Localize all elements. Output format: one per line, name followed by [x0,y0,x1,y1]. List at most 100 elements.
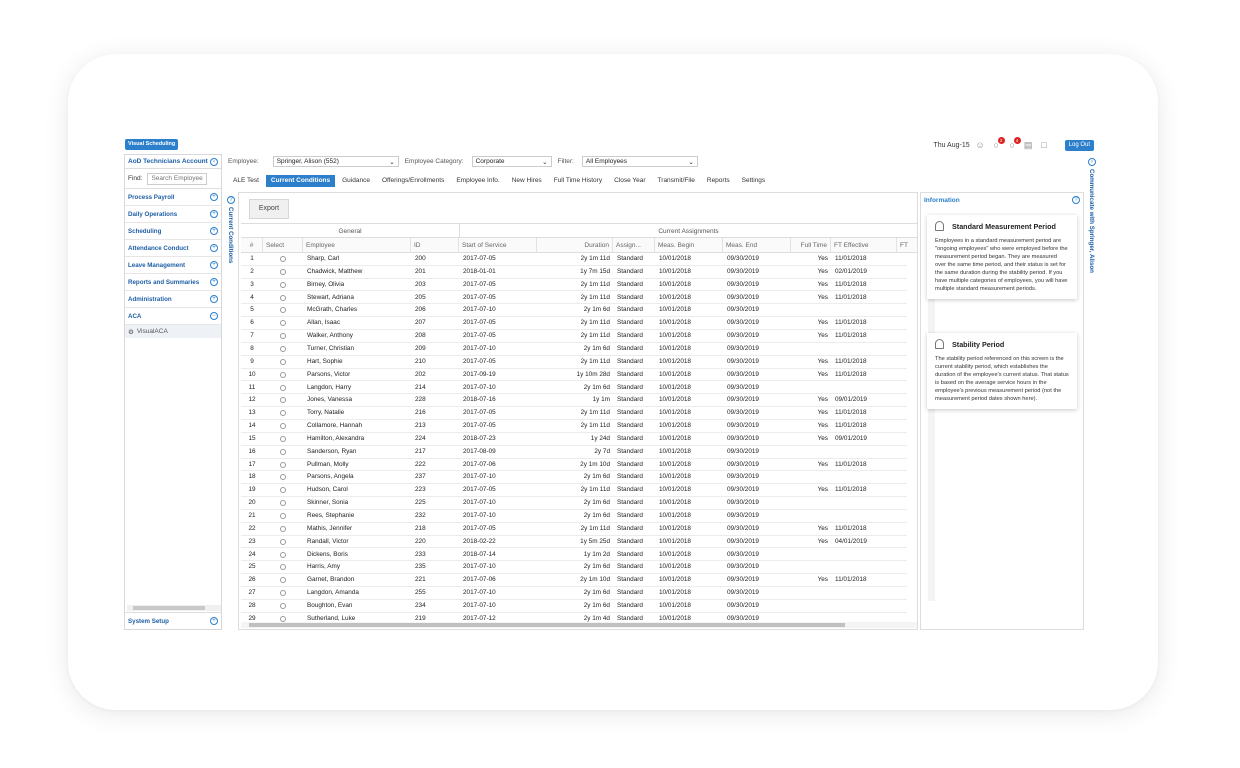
select-radio[interactable] [280,448,286,455]
column-header-number[interactable]: # [241,238,263,253]
cell-select[interactable] [263,497,303,510]
info-icon[interactable]: ? [227,196,235,204]
table-row[interactable]: 6 Allan, Isaac 207 2017-07-05 2y 1m 11d Stand… [241,317,907,331]
sidebar-item-attendance-conduct[interactable]: Attendance Conduct + [125,240,221,257]
select-radio[interactable] [280,615,286,622]
column-header-start-of-service[interactable]: Start of Service [459,238,537,253]
table-row[interactable]: 2 Chadwick, Matthew 201 2018-01-01 1y 7m 15d… [241,266,907,279]
select-radio[interactable] [280,397,286,404]
cell-select[interactable] [263,343,303,356]
select-radio[interactable] [280,358,286,365]
plus-icon[interactable]: + [210,244,218,252]
grid-horizontal-scrollbar[interactable] [241,622,917,628]
cell-select[interactable] [263,253,303,266]
cell-select[interactable] [263,266,303,279]
table-row[interactable]: 5 McGrath, Charles 206 2017-07-10 2y 1m 6d St… [241,304,907,318]
export-button[interactable]: Export [249,199,289,219]
table-row[interactable]: 21 Rees, Stephanie 232 2017-07-10 2y 1m 6d St… [241,510,907,523]
cell-select[interactable] [263,420,303,433]
user-icon[interactable]: ☺ [975,140,986,151]
select-radio[interactable] [280,410,286,417]
column-header-select[interactable]: Select [263,238,303,253]
sidebar-item-leave-management[interactable]: Leave Management + [125,257,221,274]
table-row[interactable]: 27 Langdon, Amanda 255 2017-07-10 2y 1m 6d St… [241,587,907,600]
select-radio[interactable] [280,345,286,352]
sidebar-item-system-setup[interactable]: System Setup + [125,612,221,629]
tab-settings[interactable]: Settings [737,175,771,187]
plus-icon[interactable]: + [210,261,218,269]
select-radio[interactable] [280,333,286,340]
collapse-right-icon[interactable]: › [1088,158,1096,166]
table-row[interactable]: 13 Torry, Natalie 216 2017-07-05 2y 1m 11d St… [241,407,907,420]
cell-select[interactable] [263,433,303,446]
select-radio[interactable] [280,384,286,391]
messages-icon[interactable]: ○ 2 [991,136,1005,151]
table-row[interactable]: 4 Stewart, Adriana 205 2017-07-05 2y 1m 11d S… [241,292,907,305]
cell-select[interactable] [263,459,303,472]
select-radio[interactable] [280,294,286,301]
cell-select[interactable] [263,510,303,523]
select-radio[interactable] [280,525,286,532]
plus-icon[interactable]: + [210,193,218,201]
select-radio[interactable] [280,435,286,442]
select-radio[interactable] [280,590,286,597]
cell-select[interactable] [263,484,303,497]
tab-full-time-history[interactable]: Full Time History [549,175,607,187]
select-radio[interactable] [280,281,286,288]
tab-ale-test[interactable]: ALE Test [228,175,264,187]
sidebar-scrollbar[interactable] [127,605,221,611]
table-row[interactable]: 28 Boughton, Evan 234 2017-07-10 2y 1m 6d Sta… [241,600,907,613]
table-row[interactable]: 12 Jones, Vanessa 228 2018-07-16 1y 1m Standa… [241,394,907,408]
select-radio[interactable] [280,268,286,275]
alerts-icon[interactable]: ○ 4 [1007,136,1021,151]
cell-select[interactable] [263,279,303,292]
cell-select[interactable] [263,561,303,574]
sidebar-item-process-payroll[interactable]: Process Payroll + [125,189,221,206]
sidebar-item-administration[interactable]: Administration + [125,291,221,308]
cell-select[interactable] [263,330,303,343]
cell-select[interactable] [263,523,303,536]
minus-icon[interactable]: − [210,312,218,320]
column-header-id[interactable]: ID [411,238,459,253]
cell-select[interactable] [263,471,303,484]
cell-select[interactable] [263,574,303,587]
column-header-meas-begin[interactable]: Meas. Begin [655,238,723,253]
select-radio[interactable] [280,256,286,262]
help-icon[interactable]: ? [1072,196,1080,204]
cell-select[interactable] [263,587,303,600]
select-radio[interactable] [280,307,286,314]
account-header[interactable]: AoD Technicians Account ‹ [125,155,221,169]
table-row[interactable]: 22 Mathis, Jennifer 218 2017-07-05 2y 1m 11d… [241,523,907,536]
cell-select[interactable] [263,356,303,369]
column-header-ft[interactable]: FT [897,238,917,253]
logout-button[interactable]: Log Out [1064,139,1094,151]
table-row[interactable]: 9 Hart, Sophie 210 2017-07-05 2y 1m 11d Stand… [241,356,907,369]
tab-reports[interactable]: Reports [702,175,735,187]
column-header-employee[interactable]: Employee [303,238,411,253]
column-header-full-time[interactable]: Full Time [791,238,831,253]
cell-select[interactable] [263,292,303,305]
table-row[interactable]: 17 Pullman, Molly 222 2017-07-06 2y 1m 10d St… [241,459,907,472]
cell-select[interactable] [263,549,303,562]
cell-select[interactable] [263,304,303,317]
table-row[interactable]: 3 Birney, Olivia 203 2017-07-05 2y 1m 11d Sta… [241,279,907,292]
cell-select[interactable] [263,407,303,420]
table-row[interactable]: 26 Garnet, Brandon 221 2017-07-06 2y 1m 10d S… [241,574,907,588]
cell-select[interactable] [263,317,303,330]
cell-select[interactable] [263,394,303,407]
scrollbar-thumb[interactable] [133,606,205,610]
document-icon[interactable]: ▤ [1023,140,1034,151]
table-row[interactable]: 8 Turner, Christian 209 2017-07-10 2y 1m 6d S… [241,343,907,356]
sidebar-item-scheduling[interactable]: Scheduling + [125,223,221,240]
tab-close-year[interactable]: Close Year [609,175,650,187]
select-radio[interactable] [280,564,286,571]
cell-select[interactable] [263,369,303,382]
communicate-side-tab[interactable]: › Communicate with Springer, Alison [1087,158,1097,273]
tab-current-conditions[interactable]: Current Conditions [265,175,336,187]
plus-icon[interactable]: + [210,278,218,286]
tab-guidance[interactable]: Guidance [337,175,375,187]
select-radio[interactable] [280,423,286,430]
select-radio[interactable] [280,551,286,558]
select-radio[interactable] [280,538,286,545]
sidebar-item-reports-and-summaries[interactable]: Reports and Summaries + [125,274,221,291]
